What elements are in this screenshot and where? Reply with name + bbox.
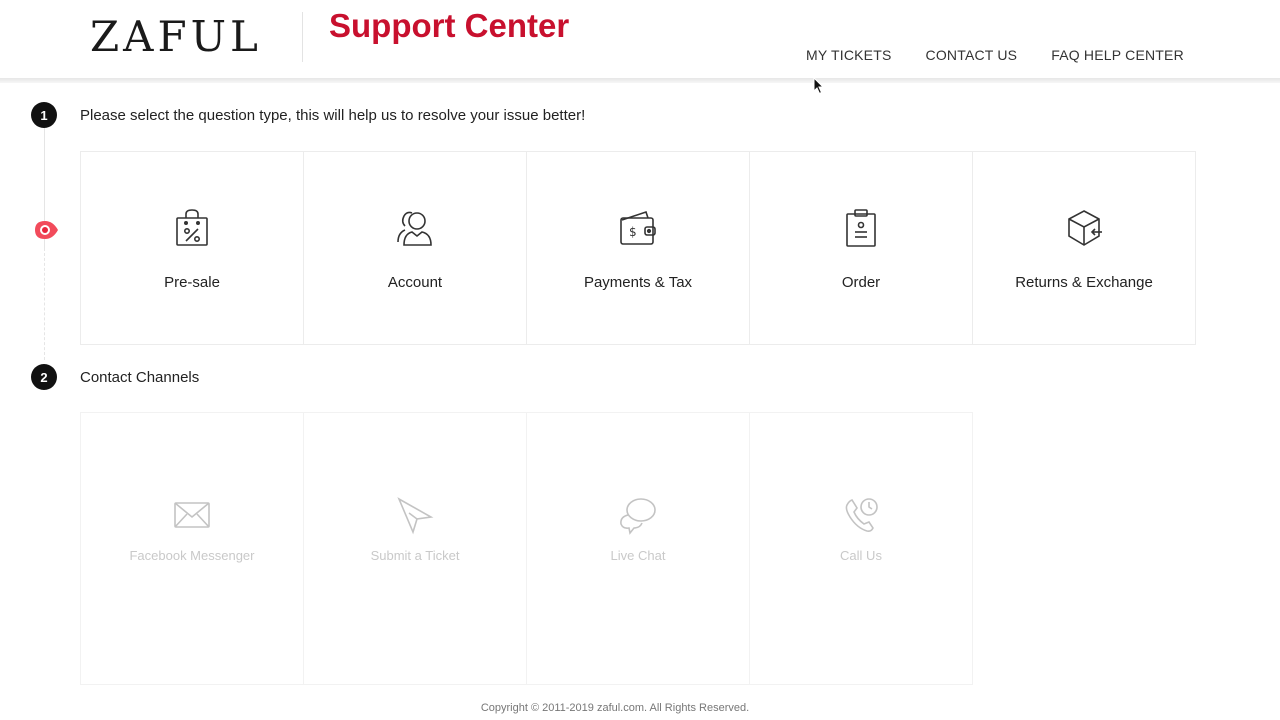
category-label: Returns & Exchange xyxy=(1015,274,1153,291)
category-payments-tax[interactable]: $ Payments & Tax xyxy=(526,151,750,345)
header-divider xyxy=(0,78,1280,83)
zaful-logo[interactable]: ZAFUL xyxy=(90,12,262,61)
phone-icon xyxy=(845,498,878,532)
category-label: Order xyxy=(841,274,881,291)
shopping-bag-percent-icon xyxy=(176,209,208,246)
step-connector-dashed xyxy=(44,248,45,360)
step-1-instruction: Please select the question type, this wi… xyxy=(80,107,586,124)
logo-divider xyxy=(302,12,303,62)
users-icon xyxy=(397,211,432,246)
chat-bubbles-icon xyxy=(620,498,656,535)
channel-label: Facebook Messenger xyxy=(129,548,255,563)
nav-my-tickets[interactable]: MY TICKETS xyxy=(806,47,892,63)
category-label: Pre-sale xyxy=(164,274,220,291)
category-label: Account xyxy=(387,274,443,291)
channel-submit-ticket[interactable]: Submit a Ticket xyxy=(303,412,527,685)
category-label: Payments & Tax xyxy=(583,274,693,291)
step-1-badge: 1 xyxy=(31,102,57,128)
category-pre-sale[interactable]: Pre-sale xyxy=(80,151,304,345)
channel-label: Call Us xyxy=(840,548,882,563)
step-2-badge: 2 xyxy=(31,364,57,390)
category-order[interactable]: Order xyxy=(749,151,973,345)
nav-faq-help-center[interactable]: FAQ HELP CENTER xyxy=(1051,47,1184,63)
channel-call-us[interactable]: Call Us xyxy=(749,412,973,685)
site-header: ZAFUL Support Center MY TICKETS CONTACT … xyxy=(0,0,1280,78)
svg-text:$: $ xyxy=(629,225,637,239)
question-type-grid: Pre-sale Account $ Payments & Tax Order xyxy=(80,151,1196,345)
channel-label: Submit a Ticket xyxy=(370,548,460,563)
box-return-icon xyxy=(1068,210,1102,246)
mouse-cursor-icon xyxy=(813,77,825,95)
top-nav: MY TICKETS CONTACT US FAQ HELP CENTER xyxy=(806,47,1184,63)
channel-live-chat[interactable]: Live Chat xyxy=(526,412,750,685)
nav-contact-us[interactable]: CONTACT US xyxy=(926,47,1018,63)
channel-label: Live Chat xyxy=(610,548,666,563)
clipboard-icon xyxy=(846,209,876,247)
category-returns-exchange[interactable]: Returns & Exchange xyxy=(972,151,1196,345)
page-title: Support Center xyxy=(329,7,570,44)
footer-copyright: Copyright © 2011-2019 zaful.com. All Rig… xyxy=(480,702,750,714)
envelope-icon xyxy=(174,502,210,528)
paper-plane-icon xyxy=(397,497,434,535)
contact-channels-grid: Facebook Messenger Submit a Ticket Live … xyxy=(80,412,973,685)
step-2-heading: Contact Channels xyxy=(80,369,200,386)
current-step-marker-icon xyxy=(35,221,58,239)
wallet-icon: $ xyxy=(620,210,656,245)
channel-facebook-messenger[interactable]: Facebook Messenger xyxy=(80,412,304,685)
category-account[interactable]: Account xyxy=(303,151,527,345)
